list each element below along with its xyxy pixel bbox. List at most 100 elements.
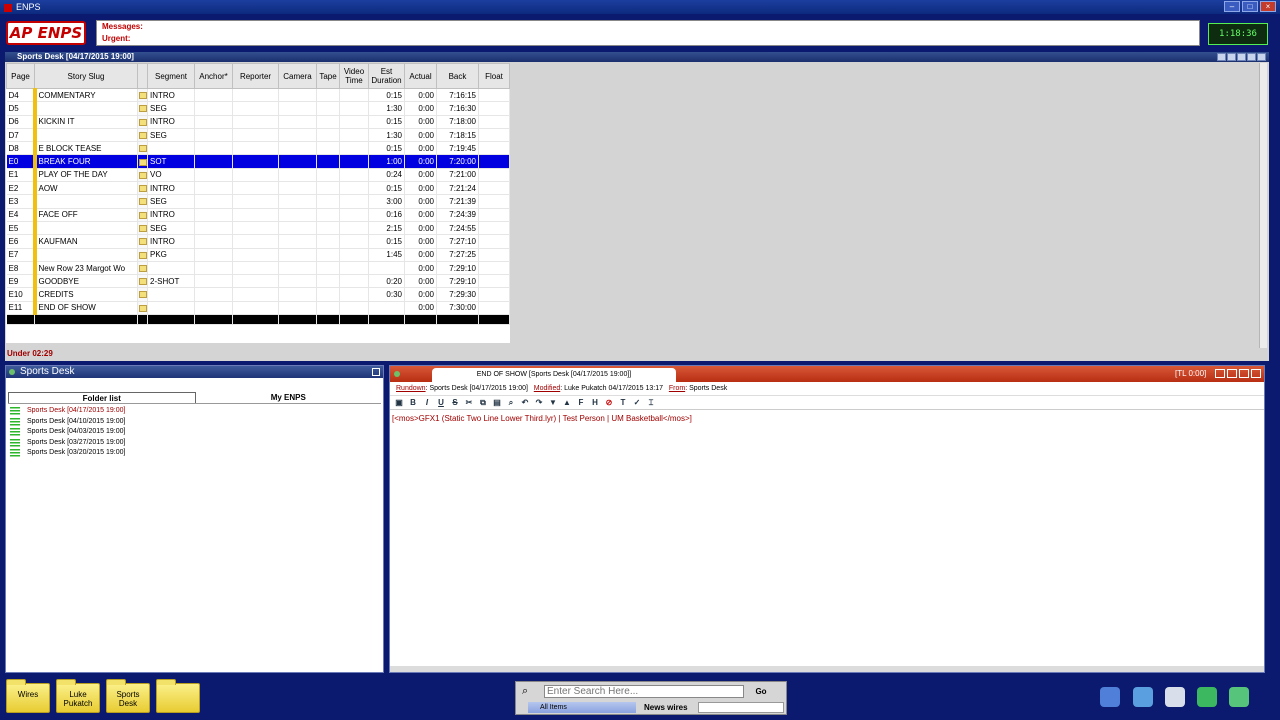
luke-pukatch-folder[interactable]: Luke Pukatch bbox=[56, 679, 100, 713]
cut-icon[interactable]: ✂ bbox=[464, 398, 474, 408]
row-cell[interactable] bbox=[194, 181, 233, 196]
maximize-button[interactable]: □ bbox=[1242, 1, 1258, 12]
story-status-icon[interactable] bbox=[137, 115, 148, 129]
row-cell[interactable] bbox=[232, 248, 279, 262]
column-header[interactable]: Page bbox=[6, 63, 35, 89]
story-status-icon[interactable] bbox=[137, 141, 148, 156]
row-cell[interactable] bbox=[278, 194, 317, 209]
rundown-link[interactable]: Rundown bbox=[396, 385, 426, 392]
row-slug[interactable]: FACE OFF bbox=[32, 208, 138, 222]
row-actual[interactable]: 0:00 bbox=[404, 221, 437, 236]
search-input[interactable] bbox=[544, 685, 744, 698]
row-page[interactable]: E1 bbox=[6, 168, 35, 183]
row-cell[interactable] bbox=[232, 168, 279, 183]
story-status-icon[interactable] bbox=[137, 194, 148, 209]
row-cell[interactable] bbox=[478, 181, 510, 196]
refresh-icon[interactable] bbox=[1229, 687, 1249, 707]
row-cell[interactable] bbox=[194, 208, 233, 222]
column-header[interactable]: Anchor* bbox=[194, 63, 233, 89]
row-cell[interactable] bbox=[278, 141, 317, 156]
row-cell[interactable] bbox=[339, 234, 369, 249]
folder-list-item[interactable]: Sports Desk [04/10/2015 19:00] bbox=[6, 417, 383, 428]
row-back[interactable]: 7:21:24 bbox=[436, 181, 479, 196]
rundown-grid[interactable]: Page Story Slug Segment Anchor* Reporter Came… bbox=[6, 63, 510, 343]
row-cell[interactable] bbox=[278, 88, 317, 103]
insert-icon[interactable]: ⌶ bbox=[646, 398, 656, 408]
row-actual[interactable]: 0:00 bbox=[404, 168, 437, 183]
row-cell[interactable] bbox=[278, 234, 317, 249]
row-cell[interactable] bbox=[232, 208, 279, 222]
story-status-icon[interactable] bbox=[137, 101, 148, 116]
message-box[interactable]: Messages: Urgent: bbox=[96, 20, 1200, 46]
row-actual[interactable]: 0:00 bbox=[404, 301, 437, 316]
row-page[interactable]: D5 bbox=[6, 101, 35, 116]
row-actual[interactable]: 0:00 bbox=[404, 234, 437, 249]
row-actual[interactable]: 0:00 bbox=[404, 194, 437, 209]
row-segment[interactable]: INTRO bbox=[147, 181, 195, 196]
row-est-duration[interactable]: 3:00 bbox=[368, 194, 405, 209]
story-status-icon[interactable] bbox=[137, 168, 148, 183]
row-cell[interactable] bbox=[478, 88, 510, 103]
row-cell[interactable] bbox=[232, 221, 279, 236]
row-cell[interactable] bbox=[478, 168, 510, 183]
row-cell[interactable] bbox=[278, 128, 317, 143]
row-est-duration[interactable]: 0:15 bbox=[368, 141, 405, 156]
row-cell[interactable] bbox=[339, 88, 369, 103]
row-page[interactable]: E2 bbox=[6, 181, 35, 196]
column-header[interactable]: Reporter bbox=[232, 63, 279, 89]
redo-icon[interactable]: ↷ bbox=[534, 398, 544, 408]
row-cell[interactable] bbox=[339, 274, 369, 289]
row-cell[interactable] bbox=[278, 208, 317, 222]
panel-restore-icon[interactable] bbox=[1217, 53, 1226, 61]
story-status-icon[interactable] bbox=[137, 248, 148, 262]
row-back[interactable]: 7:24:39 bbox=[436, 208, 479, 222]
row-back[interactable]: 7:20:00 bbox=[436, 154, 479, 169]
row-cell[interactable] bbox=[478, 154, 510, 169]
row-cell[interactable] bbox=[316, 168, 340, 183]
row-back[interactable]: 7:29:30 bbox=[436, 287, 479, 302]
rundown-row[interactable]: E0 BREAK FOUR SOT 1:00 0:00 7:20:00 bbox=[6, 154, 510, 169]
rundown-row[interactable]: E3 SEG 3:00 0:00 7:21:39 bbox=[6, 194, 510, 209]
row-back[interactable]: 7:16:30 bbox=[436, 101, 479, 116]
row-cell[interactable] bbox=[316, 194, 340, 209]
row-page[interactable]: E9 bbox=[6, 274, 35, 289]
up-icon[interactable]: ▲ bbox=[562, 398, 572, 408]
highlight-icon[interactable]: H bbox=[590, 398, 600, 408]
row-cell[interactable] bbox=[194, 128, 233, 143]
row-cell[interactable] bbox=[339, 208, 369, 222]
panel-tile-icon[interactable] bbox=[1227, 53, 1236, 61]
go-button[interactable]: Go bbox=[750, 685, 772, 698]
spell-icon[interactable]: ✓ bbox=[632, 398, 642, 408]
row-cell[interactable] bbox=[278, 221, 317, 236]
row-cell[interactable] bbox=[316, 287, 340, 302]
row-segment[interactable] bbox=[147, 301, 195, 316]
row-slug[interactable]: CREDITS bbox=[32, 287, 138, 302]
copy-icon[interactable]: ⧉ bbox=[478, 398, 488, 408]
row-cell[interactable] bbox=[478, 141, 510, 156]
row-cell[interactable] bbox=[278, 154, 317, 169]
nosign-icon[interactable]: ⊘ bbox=[604, 398, 614, 408]
row-page[interactable]: E7 bbox=[6, 248, 35, 262]
row-est-duration[interactable]: 1:30 bbox=[368, 101, 405, 116]
row-actual[interactable]: 0:00 bbox=[404, 88, 437, 103]
bold-icon[interactable]: B bbox=[408, 398, 418, 408]
row-cell[interactable] bbox=[232, 128, 279, 143]
row-cell[interactable] bbox=[339, 261, 369, 276]
italic-icon[interactable]: I bbox=[422, 398, 432, 408]
rundown-row[interactable]: E4 FACE OFF INTRO 0:16 0:00 7:24:39 bbox=[6, 208, 510, 222]
row-slug[interactable] bbox=[32, 194, 138, 209]
row-cell[interactable] bbox=[478, 128, 510, 143]
row-page[interactable]: E4 bbox=[6, 208, 35, 222]
row-slug[interactable]: GOODBYE bbox=[32, 274, 138, 289]
row-segment[interactable]: SEG bbox=[147, 194, 195, 209]
story-status-icon[interactable] bbox=[137, 128, 148, 143]
row-page[interactable]: E8 bbox=[6, 261, 35, 276]
row-segment[interactable]: INTRO bbox=[147, 115, 195, 129]
folder-list-item[interactable]: Sports Desk [04/03/2015 19:00] bbox=[6, 427, 383, 438]
row-back[interactable]: 7:16:15 bbox=[436, 88, 479, 103]
row-cell[interactable] bbox=[316, 181, 340, 196]
row-actual[interactable]: 0:00 bbox=[404, 287, 437, 302]
row-est-duration[interactable]: 1:30 bbox=[368, 128, 405, 143]
rundown-row[interactable]: E8 New Row 23 Margot Wo 0:00 7:29:10 bbox=[6, 261, 510, 276]
row-cell[interactable] bbox=[478, 261, 510, 276]
